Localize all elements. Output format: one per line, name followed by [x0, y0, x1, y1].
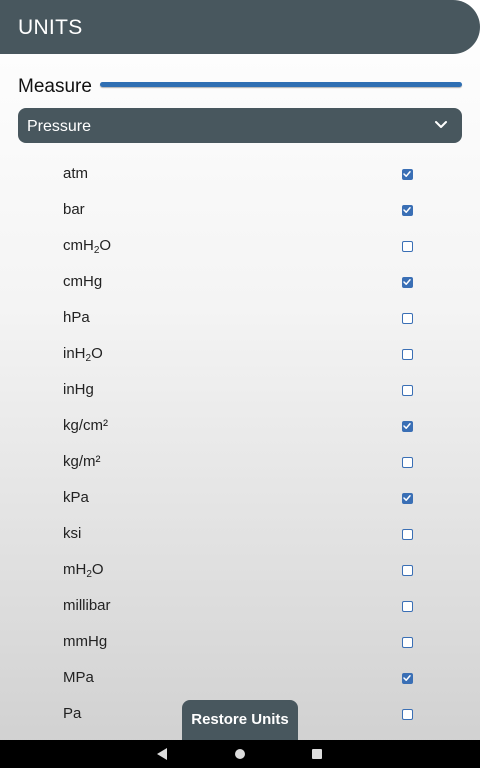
unit-checkbox[interactable]	[402, 277, 413, 288]
unit-list: atm bar cmH2O cmHg hPa inH2O inHg kg/cm² kg/m² kP…	[0, 155, 480, 731]
unit-label: bar	[63, 201, 85, 218]
check-icon	[403, 279, 411, 285]
unit-row[interactable]: cmH2O	[0, 227, 480, 263]
unit-checkbox[interactable]	[402, 601, 413, 612]
app-bar: UNITS	[0, 0, 480, 54]
unit-checkbox[interactable]	[402, 457, 413, 468]
check-icon	[403, 495, 411, 501]
unit-checkbox[interactable]	[402, 241, 413, 252]
unit-label: hPa	[63, 309, 90, 326]
unit-row[interactable]: mmHg	[0, 623, 480, 659]
chevron-down-icon	[435, 121, 447, 128]
unit-label: ksi	[63, 525, 82, 542]
unit-checkbox[interactable]	[402, 205, 413, 216]
unit-checkbox[interactable]	[402, 349, 413, 360]
measure-select-value: Pressure	[27, 118, 92, 135]
unit-checkbox[interactable]	[402, 529, 413, 540]
measure-divider	[100, 82, 462, 87]
unit-row[interactable]: kg/m²	[0, 443, 480, 479]
unit-label: millibar	[63, 597, 111, 614]
unit-row[interactable]: ksi	[0, 515, 480, 551]
unit-row[interactable]: atm	[0, 155, 480, 191]
app-title: UNITS	[18, 16, 83, 39]
unit-label: kg/cm²	[63, 417, 108, 434]
check-icon	[403, 171, 411, 177]
unit-label: kPa	[63, 489, 89, 506]
unit-label: inHg	[63, 381, 94, 398]
unit-checkbox[interactable]	[402, 637, 413, 648]
recents-icon[interactable]	[312, 749, 322, 759]
unit-row[interactable]: inHg	[0, 371, 480, 407]
unit-checkbox[interactable]	[402, 313, 413, 324]
unit-label: atm	[63, 165, 89, 182]
unit-row[interactable]: millibar	[0, 587, 480, 623]
unit-checkbox[interactable]	[402, 385, 413, 396]
unit-row[interactable]: kg/cm²	[0, 407, 480, 443]
measure-select[interactable]: Pressure	[18, 108, 462, 143]
unit-row[interactable]: hPa	[0, 299, 480, 335]
unit-label: mH2O	[63, 561, 104, 580]
unit-row[interactable]: cmHg	[0, 263, 480, 299]
unit-label: cmHg	[63, 273, 103, 290]
unit-label: cmH2O	[63, 237, 112, 256]
restore-units-button[interactable]: Restore Units	[182, 700, 298, 740]
system-nav-bar	[0, 740, 480, 768]
unit-checkbox[interactable]	[402, 169, 413, 180]
unit-row[interactable]: inH2O	[0, 335, 480, 371]
unit-checkbox[interactable]	[402, 673, 413, 684]
home-icon[interactable]	[235, 749, 245, 759]
unit-row[interactable]: kPa	[0, 479, 480, 515]
unit-checkbox[interactable]	[402, 421, 413, 432]
unit-label: Pa	[63, 705, 82, 722]
check-icon	[403, 675, 411, 681]
unit-row[interactable]: bar	[0, 191, 480, 227]
measure-label: Measure	[18, 76, 92, 97]
unit-row[interactable]: mH2O	[0, 551, 480, 587]
unit-label: mmHg	[63, 633, 108, 650]
unit-label: MPa	[63, 669, 94, 686]
unit-label: inH2O	[63, 345, 103, 364]
unit-checkbox[interactable]	[402, 493, 413, 504]
unit-checkbox[interactable]	[402, 709, 413, 720]
unit-row[interactable]: MPa	[0, 659, 480, 695]
unit-checkbox[interactable]	[402, 565, 413, 576]
check-icon	[403, 423, 411, 429]
check-icon	[403, 207, 411, 213]
back-icon[interactable]	[157, 748, 168, 760]
unit-label: kg/m²	[63, 453, 101, 470]
